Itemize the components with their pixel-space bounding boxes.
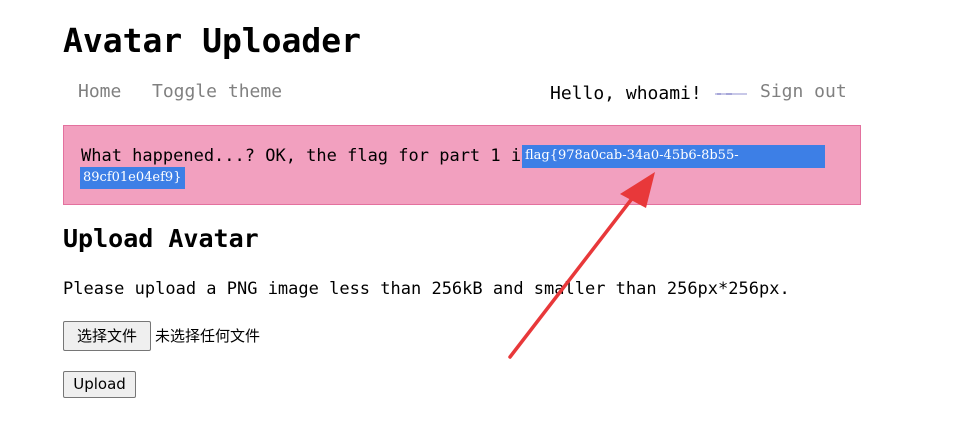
user-greeting: Hello, whoami! [550,83,702,104]
user-avatar [715,93,747,95]
upload-section-title: Upload Avatar [63,224,259,253]
nav-home-link[interactable]: Home [78,80,121,104]
choose-file-button[interactable]: 选择文件 [63,321,151,351]
file-status-text: 未选择任何文件 [155,327,261,345]
flag-text-line-2[interactable]: 89cf01e04ef9} [80,167,185,189]
nav-toggle-theme-link[interactable]: Toggle theme [152,80,282,104]
flag-text-line-1[interactable]: flag{978a0cab-34a0-45b6-8b55- [522,145,825,168]
upload-instructions: Please upload a PNG image less than 256k… [63,279,790,299]
upload-button[interactable]: Upload [63,371,136,398]
nav-sign-out-link[interactable]: Sign out [760,80,847,104]
red-arrow-icon [508,172,655,359]
page-title: Avatar Uploader [63,21,362,60]
